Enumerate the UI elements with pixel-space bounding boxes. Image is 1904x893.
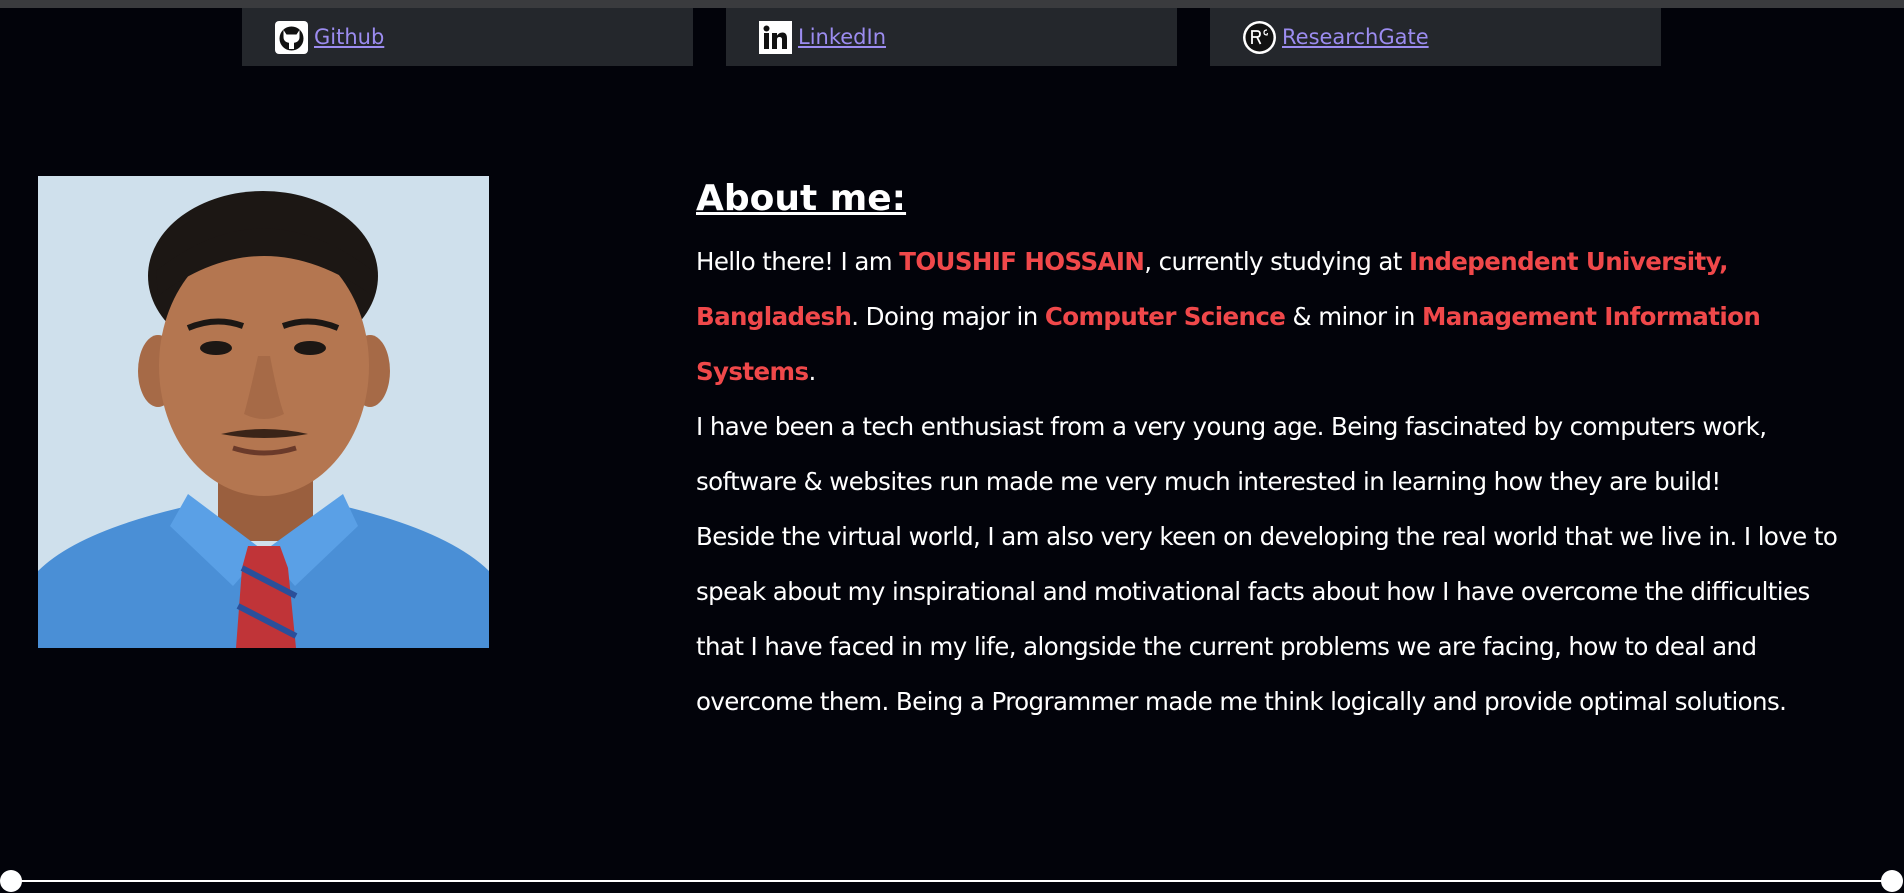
- about-paragraph-real-world: Beside the virtual world, I am also very…: [696, 522, 1838, 716]
- section-divider: [10, 880, 1894, 882]
- about-section: About me: Hello there! I am TOUSHIF HOSS…: [696, 172, 1846, 729]
- major-highlight: Computer Science: [1044, 302, 1286, 331]
- researchgate-card: ResearchGate: [1210, 8, 1661, 66]
- github-icon[interactable]: [275, 20, 308, 54]
- about-intro: Hello there! I am TOUSHIF HOSSAIN, curre…: [696, 247, 1761, 386]
- researchgate-icon[interactable]: [1243, 20, 1276, 54]
- linkedin-icon[interactable]: [759, 20, 792, 54]
- linkedin-link[interactable]: LinkedIn: [798, 25, 886, 49]
- profile-photo: [38, 176, 489, 648]
- researchgate-link[interactable]: ResearchGate: [1282, 25, 1429, 49]
- about-paragraph-tech: I have been a tech enthusiast from a ver…: [696, 412, 1767, 496]
- name-highlight: TOUSHIF HOSSAIN: [899, 247, 1145, 276]
- top-strip: [0, 0, 1904, 8]
- github-link[interactable]: Github: [314, 25, 384, 49]
- linkedin-card: LinkedIn: [726, 8, 1177, 66]
- github-card: Github: [242, 8, 693, 66]
- divider-dot-right: [1881, 870, 1903, 892]
- divider-dot-left: [0, 870, 22, 892]
- about-heading: About me:: [696, 178, 907, 219]
